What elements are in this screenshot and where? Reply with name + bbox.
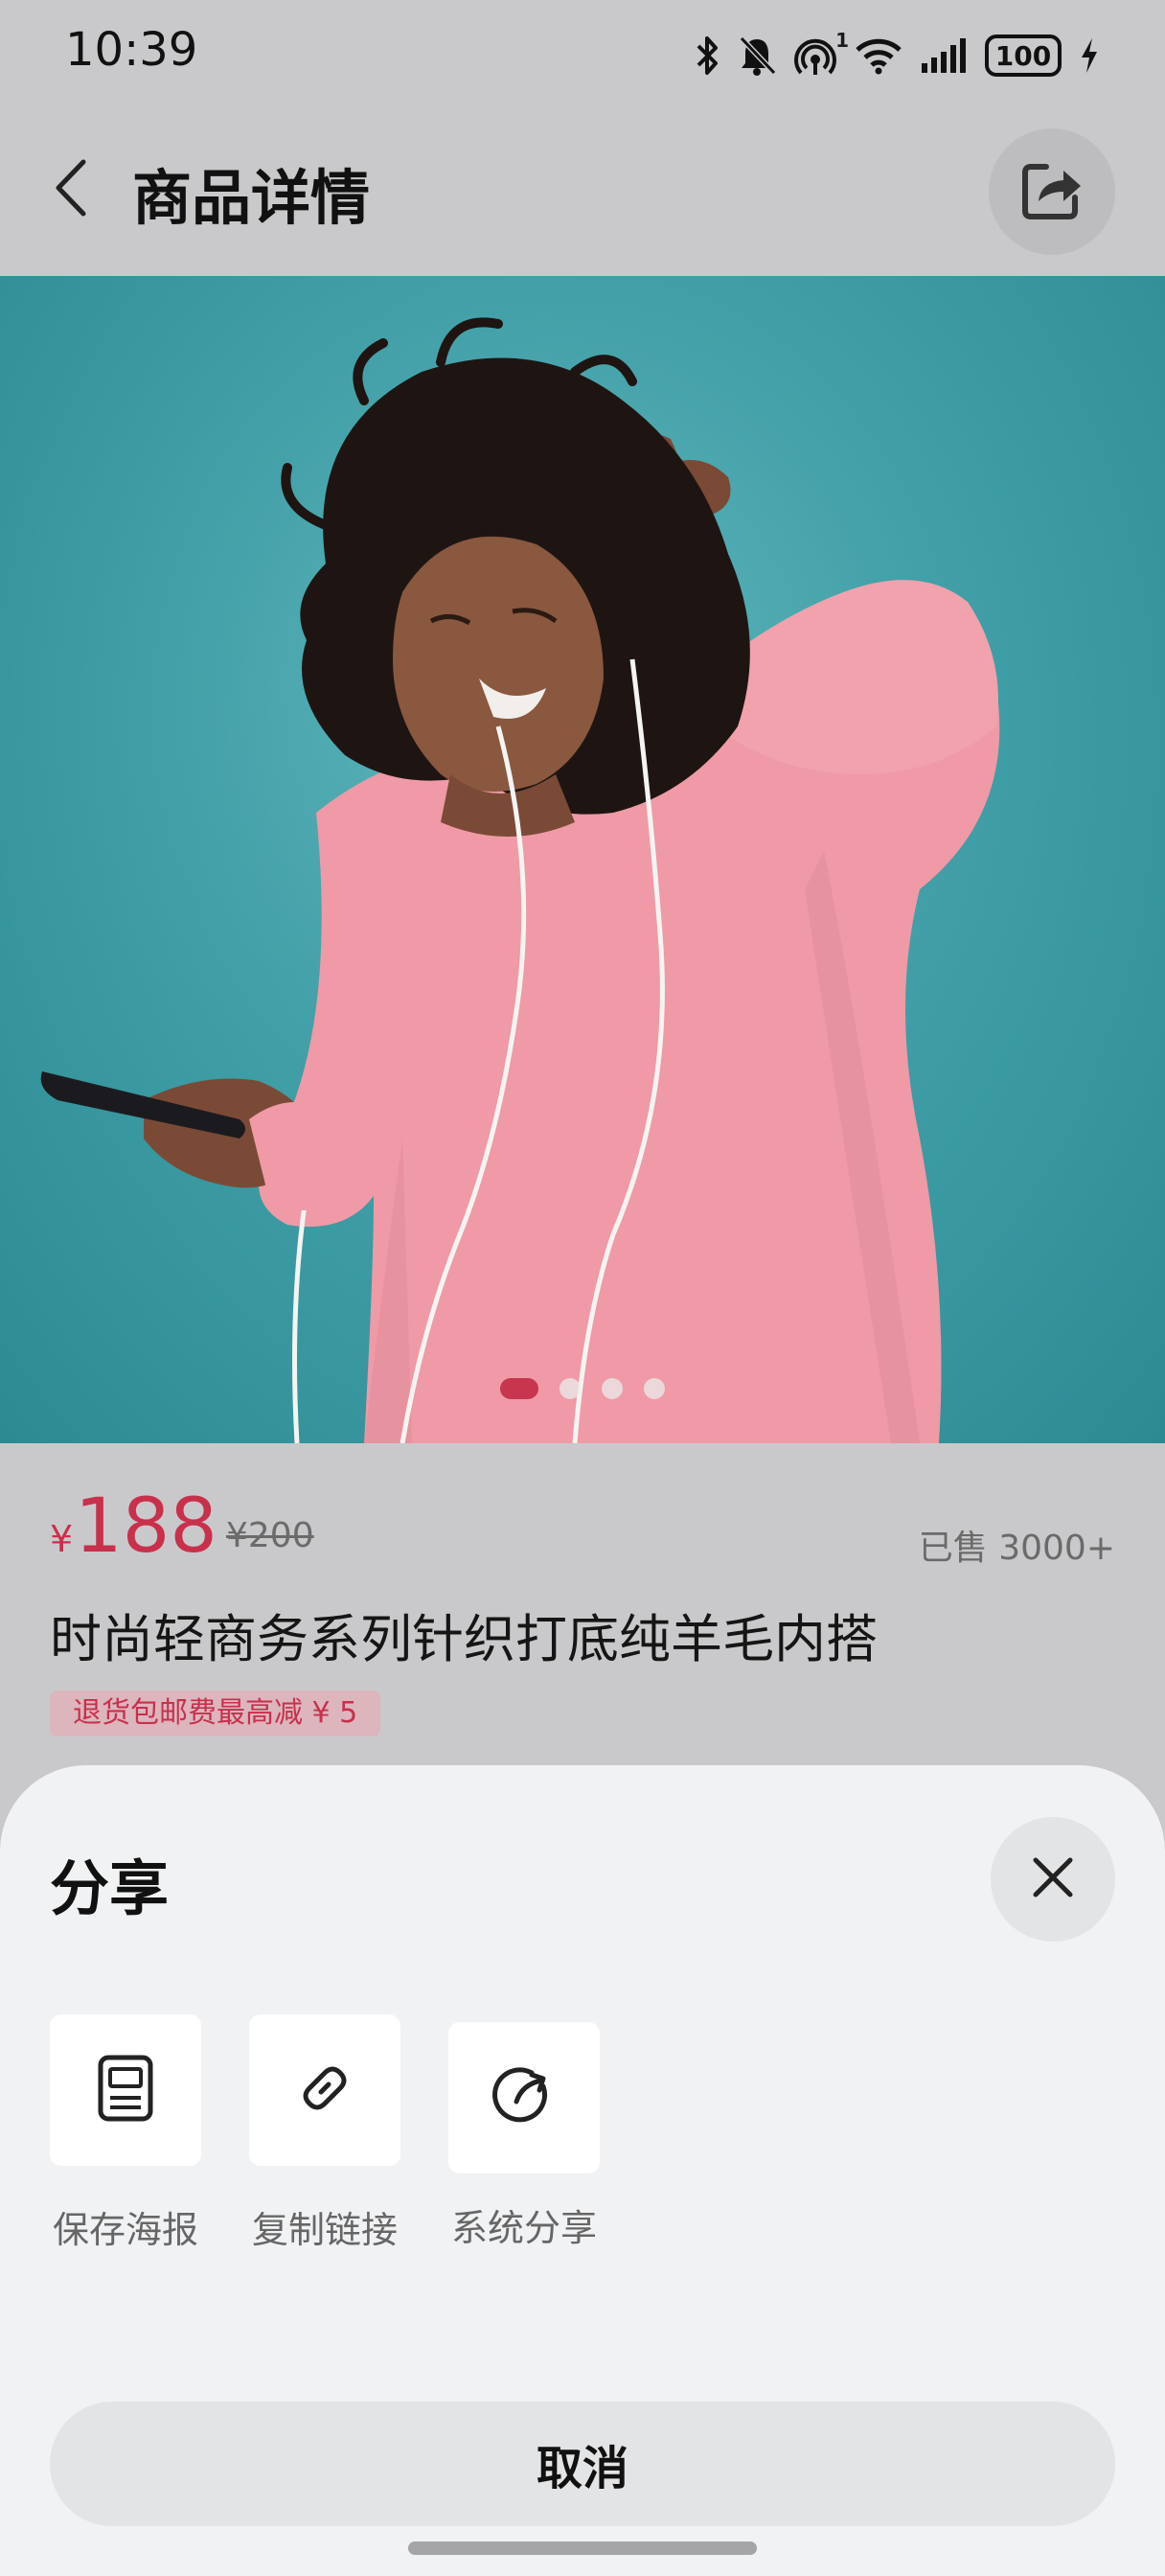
copy-link-option[interactable]: 复制链接 bbox=[249, 2014, 400, 2253]
copy-link-label: 复制链接 bbox=[251, 2209, 398, 2251]
mute-bell-icon bbox=[738, 34, 776, 77]
system-share-label: 系统分享 bbox=[450, 2207, 597, 2249]
wifi-icon bbox=[855, 36, 902, 75]
share-button[interactable] bbox=[989, 128, 1115, 255]
hotspot-icon: 1 bbox=[793, 29, 849, 77]
copy-link-button[interactable] bbox=[249, 2014, 400, 2166]
status-bar: 10:39 1 100 bbox=[0, 0, 1165, 111]
poster-icon bbox=[95, 2054, 156, 2127]
battery-level: 100 bbox=[994, 39, 1052, 72]
system-share-icon bbox=[490, 2061, 559, 2134]
original-price: ¥200 bbox=[226, 1516, 314, 1555]
carousel-dots bbox=[0, 1378, 1165, 1399]
status-time: 10:39 bbox=[65, 23, 198, 77]
save-poster-button[interactable] bbox=[50, 2014, 201, 2166]
bluetooth-icon bbox=[696, 34, 720, 77]
cancel-button[interactable]: 取消 bbox=[50, 2402, 1115, 2526]
system-share-option[interactable]: 系统分享 bbox=[448, 2022, 600, 2251]
promo-tag: 退货包邮费最高减 ¥ 5 bbox=[50, 1690, 381, 1736]
price-currency: ¥ bbox=[50, 1518, 74, 1560]
sold-count: 已售 3000+ bbox=[918, 1529, 1115, 1568]
battery-icon: 100 bbox=[985, 34, 1062, 77]
signal-icon bbox=[920, 38, 968, 73]
back-button[interactable] bbox=[38, 151, 105, 228]
hotspot-badge: 1 bbox=[835, 29, 849, 52]
carousel-dot-2[interactable] bbox=[560, 1378, 581, 1399]
share-export-icon bbox=[1019, 157, 1085, 226]
link-icon bbox=[292, 2056, 357, 2125]
status-icons: 1 100 bbox=[696, 27, 1100, 84]
system-share-button[interactable] bbox=[448, 2022, 600, 2174]
product-name: 时尚轻商务系列针织打底纯羊毛内搭 bbox=[50, 1609, 878, 1669]
share-sheet: 分享 保存海报 复制链接 系统分享 取消 bbox=[0, 1765, 1165, 2576]
product-image[interactable] bbox=[0, 276, 1165, 1443]
page-title: 商品详情 bbox=[132, 163, 371, 233]
close-button[interactable] bbox=[991, 1817, 1115, 1942]
header: 商品详情 bbox=[0, 111, 1165, 276]
product-photo bbox=[0, 276, 1165, 1443]
carousel-dot-3[interactable] bbox=[602, 1378, 623, 1399]
home-indicator[interactable] bbox=[408, 2542, 757, 2555]
save-poster-label: 保存海报 bbox=[52, 2209, 198, 2251]
chevron-left-icon bbox=[53, 158, 91, 221]
save-poster-option[interactable]: 保存海报 bbox=[50, 2014, 201, 2253]
carousel-dot-1[interactable] bbox=[500, 1378, 538, 1399]
charging-icon bbox=[1079, 36, 1100, 75]
close-icon bbox=[1030, 1854, 1076, 1904]
share-sheet-title: 分享 bbox=[50, 1853, 170, 1923]
carousel-dot-4[interactable] bbox=[644, 1378, 665, 1399]
product-info: ¥ 188 ¥200 已售 3000+ 时尚轻商务系列针织打底纯羊毛内搭 退货包… bbox=[0, 1443, 1165, 1769]
price-value: 188 bbox=[75, 1484, 217, 1570]
